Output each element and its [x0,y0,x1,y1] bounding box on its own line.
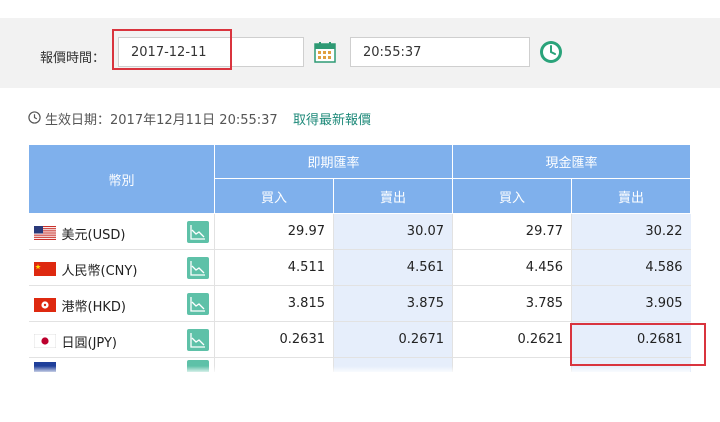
currency-cell: 美元(USD) [28,213,215,250]
spot-sell-cell: 0.2671 [332,321,453,358]
cash-buy-cell: 4.456 [452,249,572,286]
currency-name: 美元(USD) [61,228,126,243]
spot-buy-cell: 0.2631 [214,321,334,358]
currency-name: 日圓(JPY) [61,336,117,351]
table-row: 人民幣(CNY) 4.511 4.561 4.456 4.586 [28,249,691,286]
spot-rate-header: 即期匯率 [213,144,454,179]
cash-buy-cell: 29.77 [452,213,572,250]
currency-cell: 日圓(JPY) [28,321,215,358]
currency-cell: 港幣(HKD) [28,285,215,322]
spot-buy-cell: 29.97 [214,213,334,250]
exchange-rate-table: 幣別 即期匯率 現金匯率 買入 賣出 買入 賣出 美元(USD) 29.97 3… [28,144,692,382]
spot-sell-cell: 4.561 [332,249,453,286]
get-latest-quote-link[interactable]: 取得最新報價 [293,109,371,128]
date-input[interactable] [118,37,304,67]
clock-icon[interactable] [539,40,563,64]
spot-sell-cell: 3.875 [332,285,453,322]
cn-flag-icon [33,262,56,276]
cash-buy-cell: 0.2621 [452,321,572,358]
table-row: 日圓(JPY) 0.2631 0.2671 0.2621 0.2681 [28,321,691,358]
table-row: 港幣(HKD) 3.815 3.875 3.785 3.905 [28,285,691,322]
cash-buy-header: 買入 [452,178,573,214]
us-flag-icon [33,226,56,240]
quote-time-label: 報價時間： [40,51,106,66]
spot-buy-header: 買入 [214,178,334,214]
line-chart-icon[interactable] [186,257,209,279]
hk-flag-icon [33,298,56,312]
spot-buy-cell: 3.815 [214,285,334,322]
currency-column-header: 幣別 [28,144,215,214]
spot-buy-cell: 4.511 [214,249,334,286]
query-panel: 報價時間： [0,18,720,88]
line-chart-icon[interactable] [186,221,209,243]
spot-sell-cell: 30.07 [332,213,453,250]
cash-sell-cell: 0.2681 [571,321,691,358]
effective-date-text: 生效日期：2017年12月11日 20:55:37 [45,113,278,128]
cash-rate-header: 現金匯率 [452,144,692,179]
clock-icon [28,111,41,124]
cash-buy-cell: 3.785 [452,285,572,322]
jp-flag-icon [33,334,56,348]
currency-cell: 人民幣(CNY) [28,249,215,286]
line-chart-icon[interactable] [186,293,209,315]
currency-name: 人民幣(CNY) [61,264,138,279]
spot-sell-header: 賣出 [332,178,454,214]
currency-name: 港幣(HKD) [61,300,126,315]
calendar-icon[interactable] [314,41,336,63]
cash-sell-cell: 30.22 [571,213,691,250]
cash-sell-header: 賣出 [571,178,692,214]
page-bottom-blank [0,372,720,422]
line-chart-icon[interactable] [186,329,209,351]
table-row: 美元(USD) 29.97 30.07 29.77 30.22 [28,213,691,250]
cash-sell-cell: 4.586 [571,249,691,286]
cash-sell-cell: 3.905 [571,285,691,322]
time-input[interactable] [350,37,530,67]
